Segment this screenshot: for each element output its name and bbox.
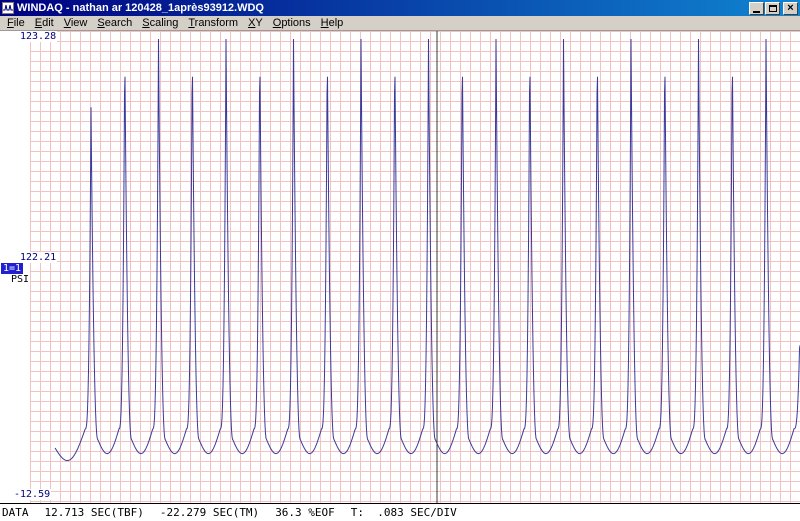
chart-area[interactable] <box>30 31 800 503</box>
app-icon-waveform <box>3 4 13 12</box>
statusbar: DATA 12.713 SEC(TBF) -22.279 SEC(TM) 36.… <box>0 503 800 521</box>
status-tbf: 12.713 SEC(TBF) <box>45 506 144 519</box>
y-min-label: -12.59 <box>13 489 51 500</box>
minimize-icon <box>753 11 760 13</box>
menu-scaling[interactable]: Scaling <box>137 16 183 30</box>
status-eof: 36.3 %EOF <box>275 506 335 519</box>
menu-transform[interactable]: Transform <box>183 16 243 30</box>
app-icon <box>2 2 14 14</box>
waveform <box>55 39 800 461</box>
waveform-svg[interactable] <box>30 31 800 503</box>
menu-options[interactable]: Options <box>268 16 316 30</box>
menu-search[interactable]: Search <box>92 16 137 30</box>
y-max-label: 123.28 <box>19 31 57 42</box>
windaq-window: WINDAQ - nathan ar 120428_1après93912.WD… <box>0 0 800 521</box>
menu-view[interactable]: View <box>59 16 93 30</box>
maximize-button[interactable] <box>765 2 780 15</box>
y-cursor-value-label: 122.21 <box>19 252 57 263</box>
menubar: File Edit View Search Scaling Transform … <box>0 16 800 31</box>
status-tm: -22.279 SEC(TM) <box>160 506 259 519</box>
menu-edit[interactable]: Edit <box>30 16 59 30</box>
close-button[interactable]: × <box>783 2 798 15</box>
window-title: WINDAQ - nathan ar 120428_1après93912.WD… <box>17 0 746 16</box>
titlebar-buttons: × <box>749 2 798 15</box>
status-sec-per-div: T: .083 SEC/DIV <box>351 506 457 519</box>
titlebar[interactable]: WINDAQ - nathan ar 120428_1après93912.WD… <box>0 0 800 16</box>
status-mode: DATA <box>2 506 29 519</box>
minimize-button[interactable] <box>749 2 764 15</box>
unit-label: PSI <box>10 274 30 285</box>
menu-file[interactable]: File <box>2 16 30 30</box>
chart-client: 123.28 122.21 1=1 PSI -12.59 <box>0 31 800 503</box>
close-icon: × <box>787 3 793 14</box>
channel-indicator[interactable]: 1=1 <box>1 263 23 274</box>
maximize-icon <box>769 5 777 12</box>
menu-xy[interactable]: XY <box>243 16 268 30</box>
menu-help[interactable]: Help <box>316 16 349 30</box>
